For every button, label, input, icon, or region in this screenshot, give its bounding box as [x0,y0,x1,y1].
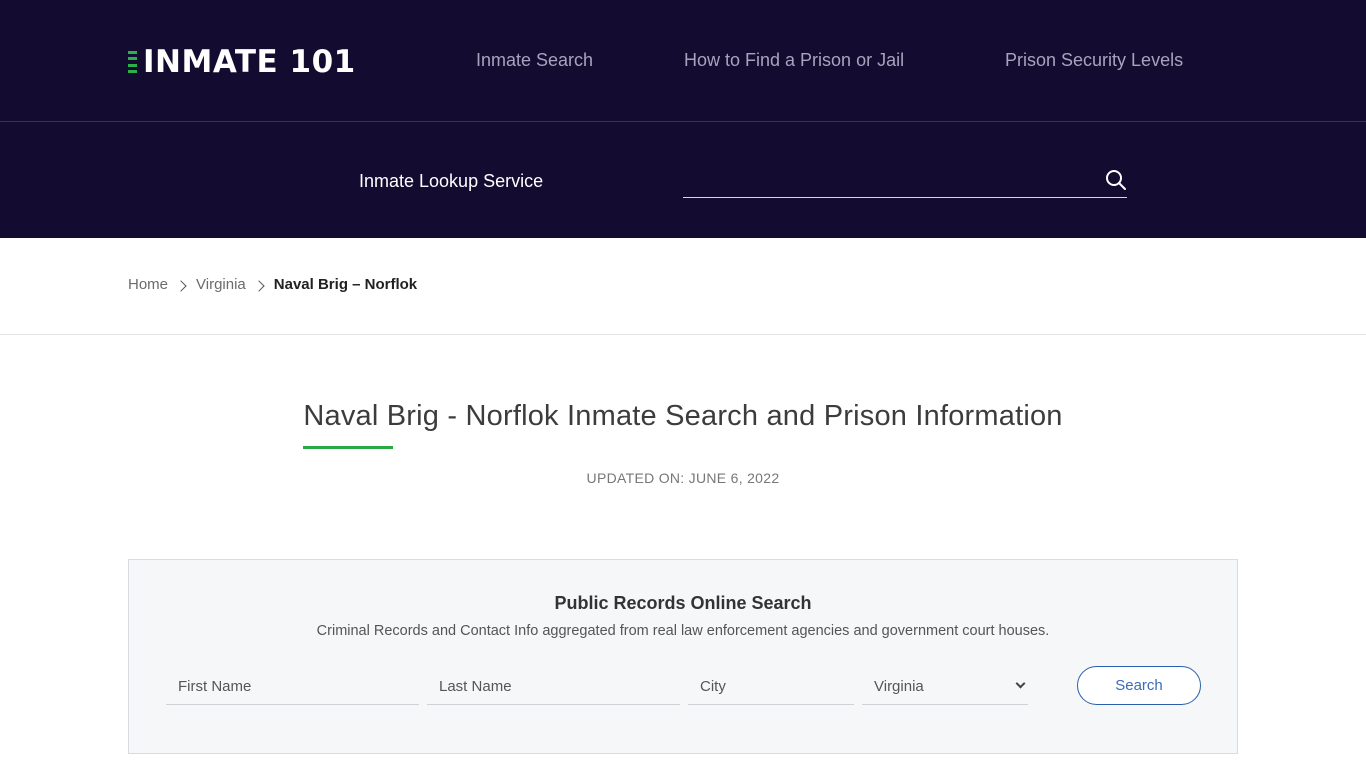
lookup-bar: Inmate Lookup Service [0,123,1366,238]
panel-title: Public Records Online Search [554,593,812,613]
page-title: Naval Brig - Norflok Inmate Search and P… [303,400,1063,449]
nav-security-levels[interactable]: Prison Security Levels [1005,50,1183,71]
city-input[interactable] [688,667,854,705]
search-button[interactable]: Search [1077,666,1201,705]
search-icon[interactable] [1105,169,1127,191]
site-header: INMATE 101 Inmate Search How to Find a P… [0,0,1366,238]
page-title-text: Naval Brig - Norflok Inmate Search and P… [303,400,1063,432]
logo-bars-icon [128,51,137,73]
site-logo[interactable]: INMATE 101 [128,44,356,80]
public-records-search-panel: Public Records Online Search Criminal Re… [128,559,1238,754]
chevron-right-icon [175,279,187,292]
breadcrumb-home[interactable]: Home [128,276,168,293]
panel-subtitle: Criminal Records and Contact Info aggreg… [316,623,1050,639]
first-name-input[interactable] [166,667,419,705]
breadcrumb-current: Naval Brig – Norflok [273,276,418,293]
breadcrumb-bar: Home Virginia Naval Brig – Norflok [0,238,1366,335]
lookup-label: Inmate Lookup Service [359,171,544,191]
city-field [688,667,854,705]
breadcrumb: Home Virginia Naval Brig – Norflok [128,276,417,293]
last-name-input[interactable] [427,667,680,705]
state-field: Virginia [862,667,1028,705]
last-name-field [427,667,680,705]
lookup-search-field [683,163,1127,198]
breadcrumb-virginia[interactable]: Virginia [196,276,246,293]
logo-text: INMATE 101 [143,44,356,80]
lookup-search-input[interactable] [683,163,1083,197]
title-underline [303,446,394,449]
nav-bar: INMATE 101 Inmate Search How to Find a P… [0,0,1366,122]
nav-find-prison[interactable]: How to Find a Prison or Jail [684,50,904,71]
updated-date: UPDATED ON: JUNE 6, 2022 [586,470,780,486]
nav-inmate-search[interactable]: Inmate Search [476,50,593,71]
chevron-right-icon [253,279,265,292]
state-select[interactable]: Virginia [862,667,1028,705]
page-title-container: Naval Brig - Norflok Inmate Search and P… [0,400,1366,449]
first-name-field [166,667,419,705]
